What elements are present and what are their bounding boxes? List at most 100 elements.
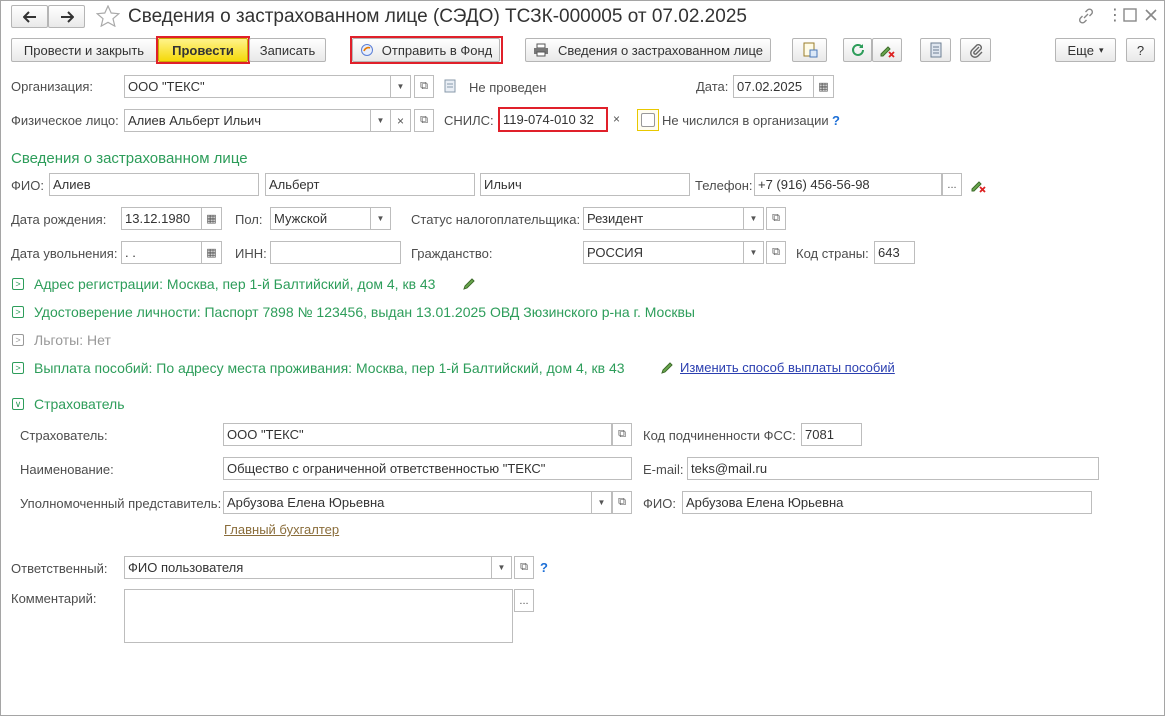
refresh-button[interactable] xyxy=(843,38,872,62)
address-group[interactable]: Адрес регистрации: Москва, пер 1-й Балти… xyxy=(34,275,435,293)
insurer-label: Страхователь: xyxy=(20,428,108,443)
more-options-icon[interactable]: ⋮ xyxy=(1107,5,1123,25)
not-listed-help-icon[interactable]: ? xyxy=(832,113,840,128)
address-expand-icon[interactable]: > xyxy=(12,278,24,290)
tax-status-open-icon[interactable]: ⧉ xyxy=(766,207,786,230)
tax-status-label: Статус налогоплательщика: xyxy=(411,212,581,227)
refresh-icon xyxy=(851,43,864,56)
date-input[interactable]: 07.02.2025 xyxy=(733,75,814,98)
post-button[interactable]: Провести xyxy=(158,38,248,62)
country-code-input[interactable]: 643 xyxy=(874,241,915,264)
inn-input[interactable] xyxy=(270,241,401,264)
not-listed-checkbox[interactable] xyxy=(637,109,659,131)
send-to-fund-button[interactable]: Отправить в Фонд xyxy=(352,38,500,62)
gender-select[interactable]: Мужской xyxy=(270,207,371,230)
organization-input[interactable]: ООО "ТЕКС" xyxy=(124,75,391,98)
representative-dropdown-icon[interactable]: ▼ xyxy=(592,491,612,514)
person-open-icon[interactable]: ⧉ xyxy=(414,109,434,132)
payment-group[interactable]: Выплата пособий: По адресу места прожива… xyxy=(34,359,625,377)
maximize-icon[interactable] xyxy=(1123,8,1137,22)
close-icon[interactable] xyxy=(1144,8,1158,22)
last-name-input[interactable]: Алиев xyxy=(49,173,259,196)
person-input[interactable]: Алиев Альберт Ильич xyxy=(124,109,371,132)
insurer-name-label: Наименование: xyxy=(20,462,114,477)
citizenship-open-icon[interactable]: ⧉ xyxy=(766,241,786,264)
person-dropdown-icon[interactable]: ▼ xyxy=(371,109,391,132)
list-report-icon xyxy=(930,42,941,58)
page-title: Сведения о застрахованном лице (СЭДО) ТС… xyxy=(128,6,747,27)
change-payment-method-link[interactable]: Изменить способ выплаты пособий xyxy=(680,360,895,375)
print-info-button[interactable]: Сведения о застрахованном лице xyxy=(525,38,771,62)
document-flow-button[interactable] xyxy=(792,38,827,62)
phone-label: Телефон: xyxy=(695,178,753,193)
person-label: Физическое лицо: xyxy=(11,113,119,128)
snils-clear-icon[interactable]: × xyxy=(613,112,620,126)
email-input[interactable]: teks@mail.ru xyxy=(687,457,1099,480)
calendar-icon[interactable]: ▦ xyxy=(814,75,834,98)
comment-more-button[interactable]: ... xyxy=(514,589,534,612)
responsible-open-icon[interactable]: ⧉ xyxy=(514,556,534,579)
payment-edit-icon[interactable] xyxy=(660,361,674,375)
phone-input[interactable]: +7 (916) 456-56-98 xyxy=(754,173,942,196)
gender-dropdown-icon[interactable]: ▼ xyxy=(371,207,391,230)
phone-more-button[interactable]: ... xyxy=(942,173,962,196)
help-button[interactable]: ? xyxy=(1126,38,1155,62)
link-icon[interactable] xyxy=(1077,7,1095,25)
insurer-collapse-icon[interactable]: ∨ xyxy=(12,398,24,410)
benefits-expand-icon[interactable]: > xyxy=(12,334,24,346)
identity-expand-icon[interactable]: > xyxy=(12,306,24,318)
clear-posting-button[interactable] xyxy=(872,38,902,62)
date-label: Дата: xyxy=(696,79,729,94)
responsible-input[interactable]: ФИО пользователя xyxy=(124,556,492,579)
back-button[interactable] xyxy=(11,5,48,28)
phone-edit-icon[interactable] xyxy=(970,177,986,193)
representative-input[interactable]: Арбузова Елена Юрьевна xyxy=(223,491,592,514)
save-button[interactable]: Записать xyxy=(249,38,326,62)
citizenship-dropdown-icon[interactable]: ▼ xyxy=(744,241,764,264)
post-and-close-button[interactable]: Провести и закрыть xyxy=(11,38,157,62)
responsible-dropdown-icon[interactable]: ▼ xyxy=(492,556,512,579)
address-edit-icon[interactable] xyxy=(462,277,476,291)
benefits-group[interactable]: Льготы: Нет xyxy=(34,331,111,349)
chevron-down-icon: ▾ xyxy=(1098,44,1104,55)
tax-status-dropdown-icon[interactable]: ▼ xyxy=(744,207,764,230)
email-label: E-mail: xyxy=(643,462,684,477)
representative-fio-input[interactable]: Арбузова Елена Юрьевна xyxy=(682,491,1092,514)
person-clear-icon[interactable]: × xyxy=(391,109,411,132)
more-button[interactable]: Еще ▾ xyxy=(1055,38,1116,62)
tax-status-select[interactable]: Резидент xyxy=(583,207,744,230)
favorite-star-icon[interactable] xyxy=(96,5,120,27)
gender-label: Пол: xyxy=(235,212,263,227)
insurer-open-icon[interactable]: ⧉ xyxy=(612,423,632,446)
organization-dropdown-icon[interactable]: ▼ xyxy=(391,75,411,98)
representative-label: Уполномоченный представитель: xyxy=(20,496,222,511)
snils-input[interactable]: 119-074-010 32 xyxy=(500,109,606,132)
organization-open-icon[interactable]: ⧉ xyxy=(414,75,434,98)
birth-date-input[interactable]: 13.12.1980 xyxy=(121,207,202,230)
first-name-input[interactable]: Альберт xyxy=(265,173,475,196)
dismissal-calendar-icon[interactable]: ▦ xyxy=(202,241,222,264)
arrow-right-icon xyxy=(60,10,74,23)
attachments-button[interactable] xyxy=(960,38,991,62)
payment-expand-icon[interactable]: > xyxy=(12,362,24,374)
fss-code-input[interactable]: 7081 xyxy=(801,423,862,446)
insurer-input[interactable]: ООО "ТЕКС" xyxy=(223,423,612,446)
chief-accountant-link[interactable]: Главный бухгалтер xyxy=(224,522,339,537)
identity-group[interactable]: Удостоверение личности: Паспорт 7898 № 1… xyxy=(34,303,695,321)
middle-name-input[interactable]: Ильич xyxy=(480,173,690,196)
responsible-help-icon[interactable]: ? xyxy=(540,560,548,575)
insurer-section-title[interactable]: Страхователь xyxy=(34,395,125,413)
comment-textarea[interactable] xyxy=(124,589,513,643)
representative-open-icon[interactable]: ⧉ xyxy=(612,491,632,514)
document-status: Не проведен xyxy=(469,80,547,95)
forward-button[interactable] xyxy=(48,5,85,28)
citizenship-select[interactable]: РОССИЯ xyxy=(583,241,744,264)
birth-calendar-icon[interactable]: ▦ xyxy=(202,207,222,230)
insurer-name-input[interactable]: Общество с ограниченной ответственностью… xyxy=(223,457,632,480)
send-to-fund-label: Отправить в Фонд xyxy=(381,42,493,58)
report-button[interactable] xyxy=(920,38,951,62)
dismissal-date-input[interactable]: . . xyxy=(121,241,202,264)
printer-icon xyxy=(533,43,548,57)
comment-label: Комментарий: xyxy=(11,591,97,606)
representative-fio-label: ФИО: xyxy=(643,496,676,511)
